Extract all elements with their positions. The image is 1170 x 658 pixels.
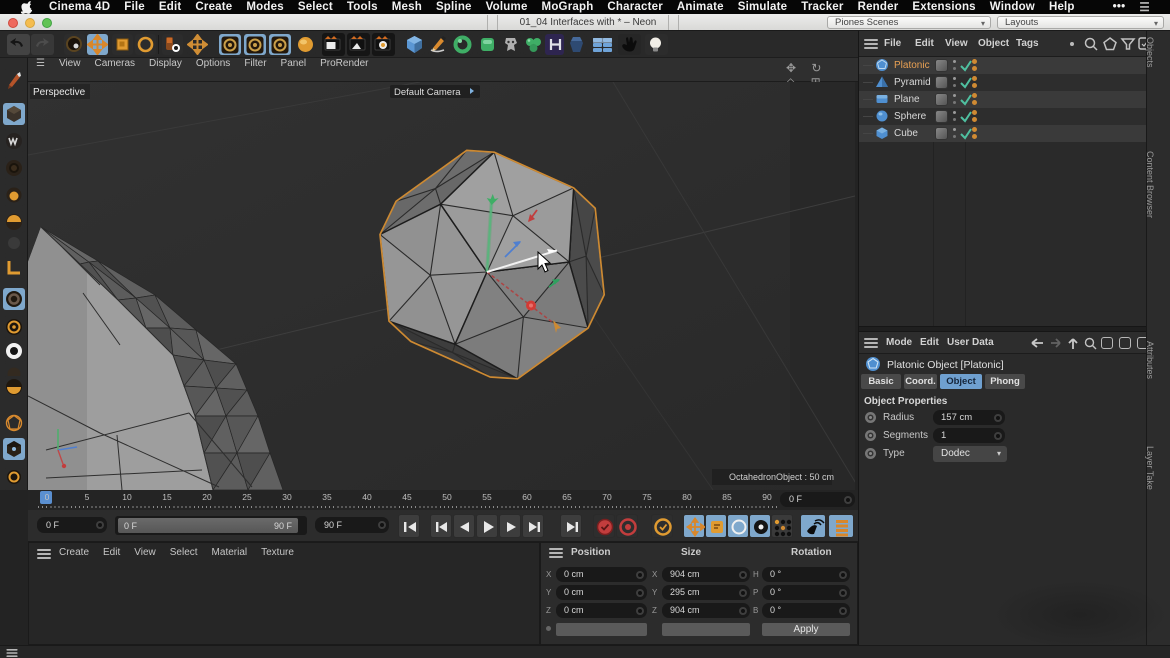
svg-text:OctahedronObject : 50 cm: OctahedronObject : 50 cm	[729, 472, 834, 482]
svg-text:Perspective: Perspective	[33, 87, 86, 98]
svg-text:Default Camera: Default Camera	[394, 87, 461, 98]
